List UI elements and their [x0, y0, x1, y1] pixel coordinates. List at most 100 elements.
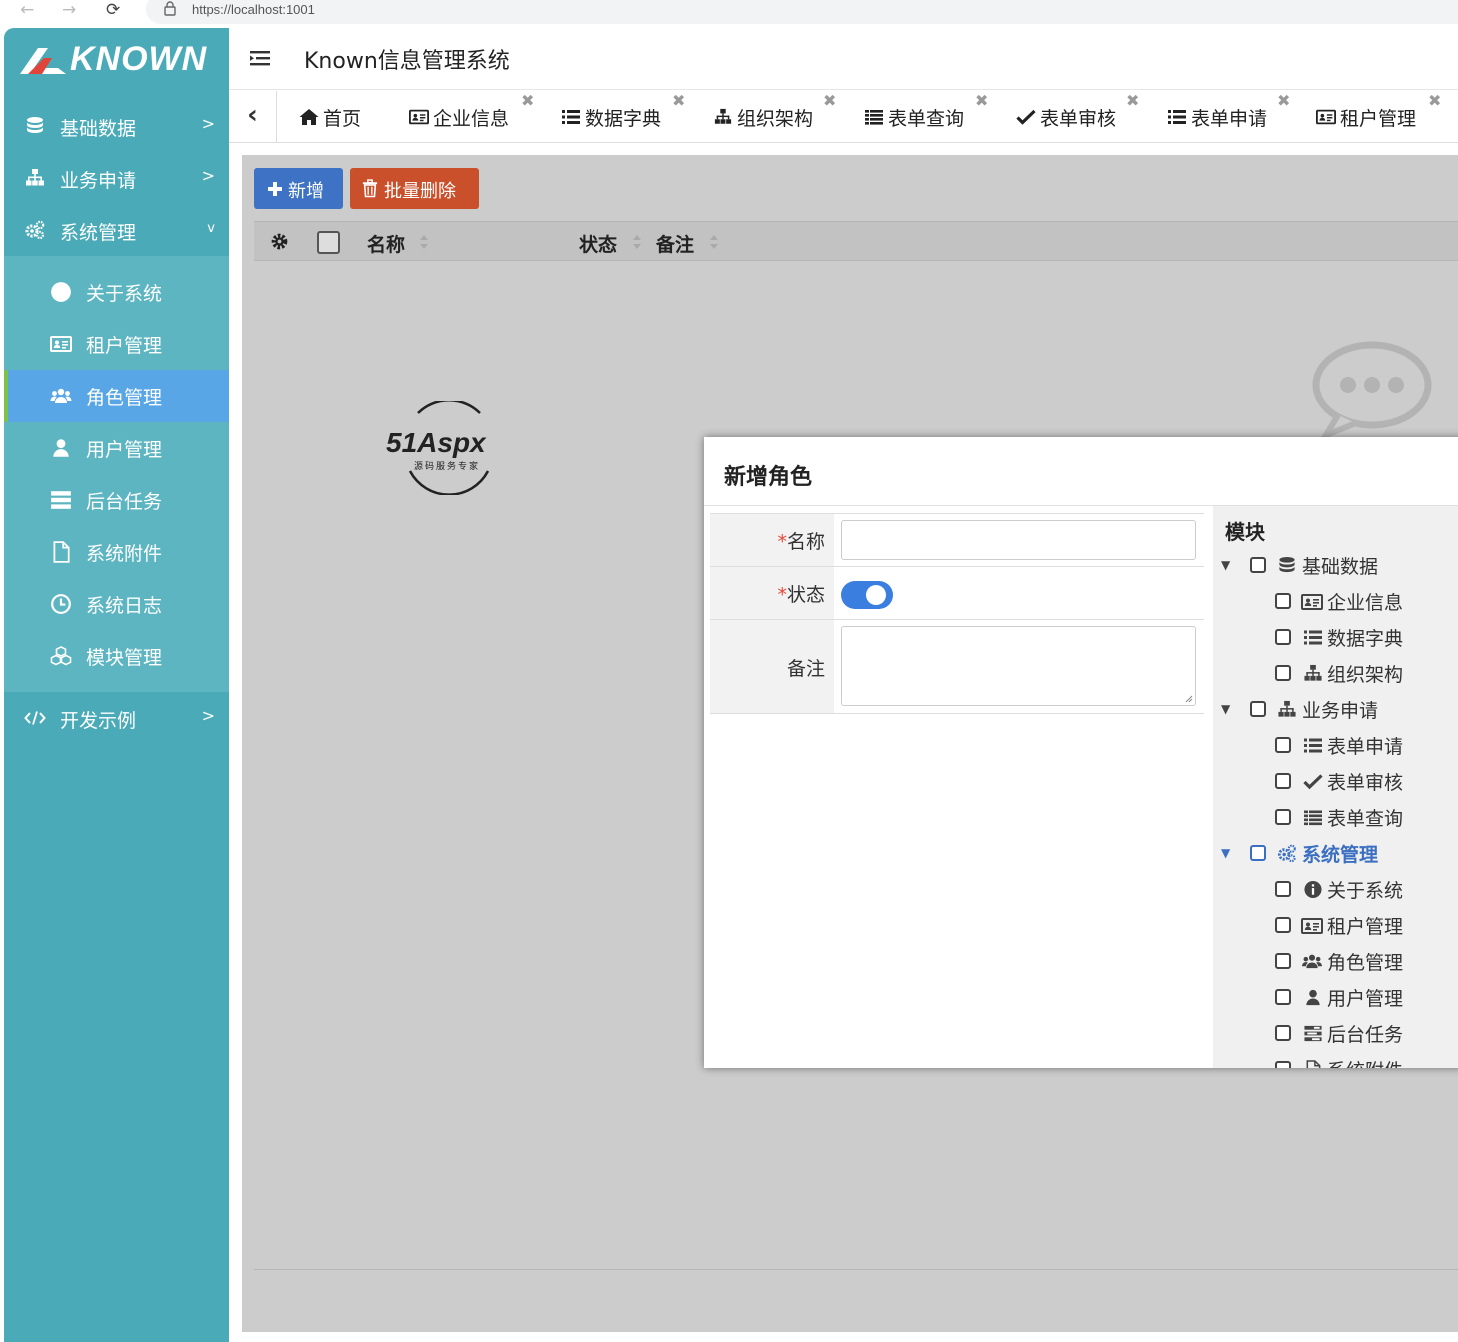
tree-node-background-tasks[interactable]: 后台任务 [1213, 1020, 1458, 1050]
tree-node-basic-data[interactable]: ▼ 基础数据 [1213, 552, 1458, 582]
tab-scroll-left-icon[interactable]: ‹ [229, 91, 277, 143]
forward-nav-icon[interactable]: → [62, 0, 76, 22]
id-card-icon [1301, 917, 1323, 935]
trash-icon [362, 179, 378, 198]
sitemap-icon [713, 108, 733, 126]
sidebar-item-label: 业务申请 [60, 170, 137, 192]
column-header-status[interactable]: 状态 [579, 230, 617, 257]
tree-checkbox[interactable] [1275, 629, 1291, 645]
tree-node-org-structure[interactable]: 组织架构 [1213, 660, 1458, 690]
tree-node-about-system[interactable]: 关于系统 [1213, 876, 1458, 906]
sidebar-item-user-management[interactable]: 用户管理 [4, 422, 229, 474]
chat-bubble-icon[interactable] [1310, 341, 1434, 437]
batch-delete-button[interactable]: 批量删除 [350, 168, 479, 209]
watermark-logo: 51Aspx 源码服务专家 [386, 401, 512, 495]
gear-icon[interactable] [270, 232, 289, 251]
url-text[interactable]: https://localhost:1001 [192, 0, 315, 20]
tree-checkbox[interactable] [1250, 557, 1266, 573]
sort-icon[interactable] [419, 234, 429, 250]
tree-checkbox[interactable] [1275, 593, 1291, 609]
menu-toggle-icon[interactable] [249, 48, 271, 68]
sidebar-item-dev-examples[interactable]: 开发示例 > [4, 692, 229, 744]
column-header-name[interactable]: 名称 [367, 230, 405, 257]
close-icon[interactable]: ✖ [975, 91, 988, 110]
sidebar-item-tenant-management[interactable]: 租户管理 [4, 318, 229, 370]
tree-checkbox[interactable] [1275, 917, 1291, 933]
status-toggle[interactable] [841, 581, 893, 609]
sidebar-item-system-attachments[interactable]: 系统附件 [4, 526, 229, 578]
sidebar-item-business-apply[interactable]: 业务申请 > [4, 152, 229, 204]
database-icon [1277, 556, 1297, 575]
logo-mark-icon [20, 48, 66, 74]
tree-checkbox[interactable] [1275, 881, 1291, 897]
tab-label: 表单查询 [888, 108, 965, 130]
tree-checkbox[interactable] [1275, 953, 1291, 969]
tree-node-label: 数据字典 [1327, 628, 1404, 650]
clock-icon [50, 593, 72, 615]
tree-node-company-info[interactable]: 企业信息 [1213, 588, 1458, 618]
sidebar-item-label: 系统附件 [86, 543, 163, 565]
close-icon[interactable]: ✖ [823, 91, 836, 110]
caret-down-icon[interactable]: ▼ [1221, 846, 1230, 860]
sort-icon[interactable] [709, 234, 719, 250]
tree-checkbox[interactable] [1275, 989, 1291, 1005]
close-icon[interactable]: ✖ [521, 91, 534, 110]
close-icon[interactable]: ✖ [1428, 91, 1441, 110]
list-alt-icon [1303, 808, 1323, 827]
close-icon[interactable]: ✖ [1126, 91, 1139, 110]
tab-label: 表单申请 [1191, 108, 1268, 130]
back-nav-icon[interactable]: ← [20, 0, 34, 22]
sidebar-item-module-management[interactable]: 模块管理 [4, 630, 229, 682]
tree-node-label: 业务申请 [1302, 700, 1379, 722]
app-title: Known信息管理系统 [304, 49, 510, 74]
tree-checkbox[interactable] [1275, 665, 1291, 681]
sidebar-item-about-system[interactable]: 关于系统 [4, 266, 229, 318]
tree-checkbox[interactable] [1250, 845, 1266, 861]
tree-node-system-management[interactable]: ▼ 系统管理 [1213, 840, 1458, 870]
close-icon[interactable]: ✖ [1277, 91, 1290, 110]
add-button[interactable]: 新增 [254, 168, 343, 209]
tab-label: 表单审核 [1040, 108, 1117, 130]
sidebar-item-label: 后台任务 [86, 491, 163, 513]
column-header-remark[interactable]: 备注 [656, 230, 694, 257]
home-icon [299, 108, 319, 126]
sitemap-icon [24, 168, 46, 188]
resize-handle-icon[interactable] [1185, 695, 1193, 703]
tree-node-label: 角色管理 [1327, 952, 1404, 974]
tree-node-form-apply[interactable]: 表单申请 [1213, 732, 1458, 762]
status-label: *状态 [777, 580, 825, 607]
tree-checkbox[interactable] [1275, 1061, 1291, 1068]
reload-icon[interactable]: ⟳ [106, 0, 120, 22]
select-all-checkbox[interactable] [317, 231, 340, 254]
tree-checkbox[interactable] [1275, 809, 1291, 825]
tree-checkbox[interactable] [1250, 701, 1266, 717]
tree-node-tenant-management[interactable]: 租户管理 [1213, 912, 1458, 942]
tree-node-user-management[interactable]: 用户管理 [1213, 984, 1458, 1014]
tree-node-data-dictionary[interactable]: 数据字典 [1213, 624, 1458, 654]
sidebar-item-basic-data[interactable]: 基础数据 > [4, 100, 229, 152]
tab-bar: ‹ 首页 企业信息 ✖ 数据字典 ✖ 组织架构 ✖ 表单查询 ✖ 表单审核 ✖ … [229, 91, 1458, 143]
remark-textarea[interactable] [841, 626, 1196, 706]
sidebar-item-system-management[interactable]: 系统管理 v [4, 204, 229, 256]
name-input[interactable] [841, 520, 1196, 560]
tree-node-business-apply[interactable]: ▼ 业务申请 [1213, 696, 1458, 726]
caret-down-icon[interactable]: ▼ [1221, 702, 1230, 716]
tree-node-form-review[interactable]: 表单审核 [1213, 768, 1458, 798]
sort-icon[interactable] [632, 234, 642, 250]
tree-checkbox[interactable] [1275, 737, 1291, 753]
tree-node-system-attachments[interactable]: 系统附件 [1213, 1056, 1458, 1068]
tree-node-role-management[interactable]: 角色管理 [1213, 948, 1458, 978]
caret-down-icon[interactable]: ▼ [1221, 558, 1230, 572]
tree-node-form-query[interactable]: 表单查询 [1213, 804, 1458, 834]
address-bar[interactable] [146, 0, 1458, 24]
sidebar-item-role-management[interactable]: 角色管理 [4, 370, 229, 422]
tree-checkbox[interactable] [1275, 773, 1291, 789]
field-label-cell: *状态 [710, 567, 834, 619]
name-label: *名称 [777, 527, 825, 554]
sidebar-item-system-log[interactable]: 系统日志 [4, 578, 229, 630]
tree-checkbox[interactable] [1275, 1025, 1291, 1041]
tree-node-label: 企业信息 [1327, 592, 1404, 614]
sidebar-item-label: 基础数据 [60, 118, 137, 140]
close-icon[interactable]: ✖ [672, 91, 685, 110]
sidebar-item-background-tasks[interactable]: 后台任务 [4, 474, 229, 526]
